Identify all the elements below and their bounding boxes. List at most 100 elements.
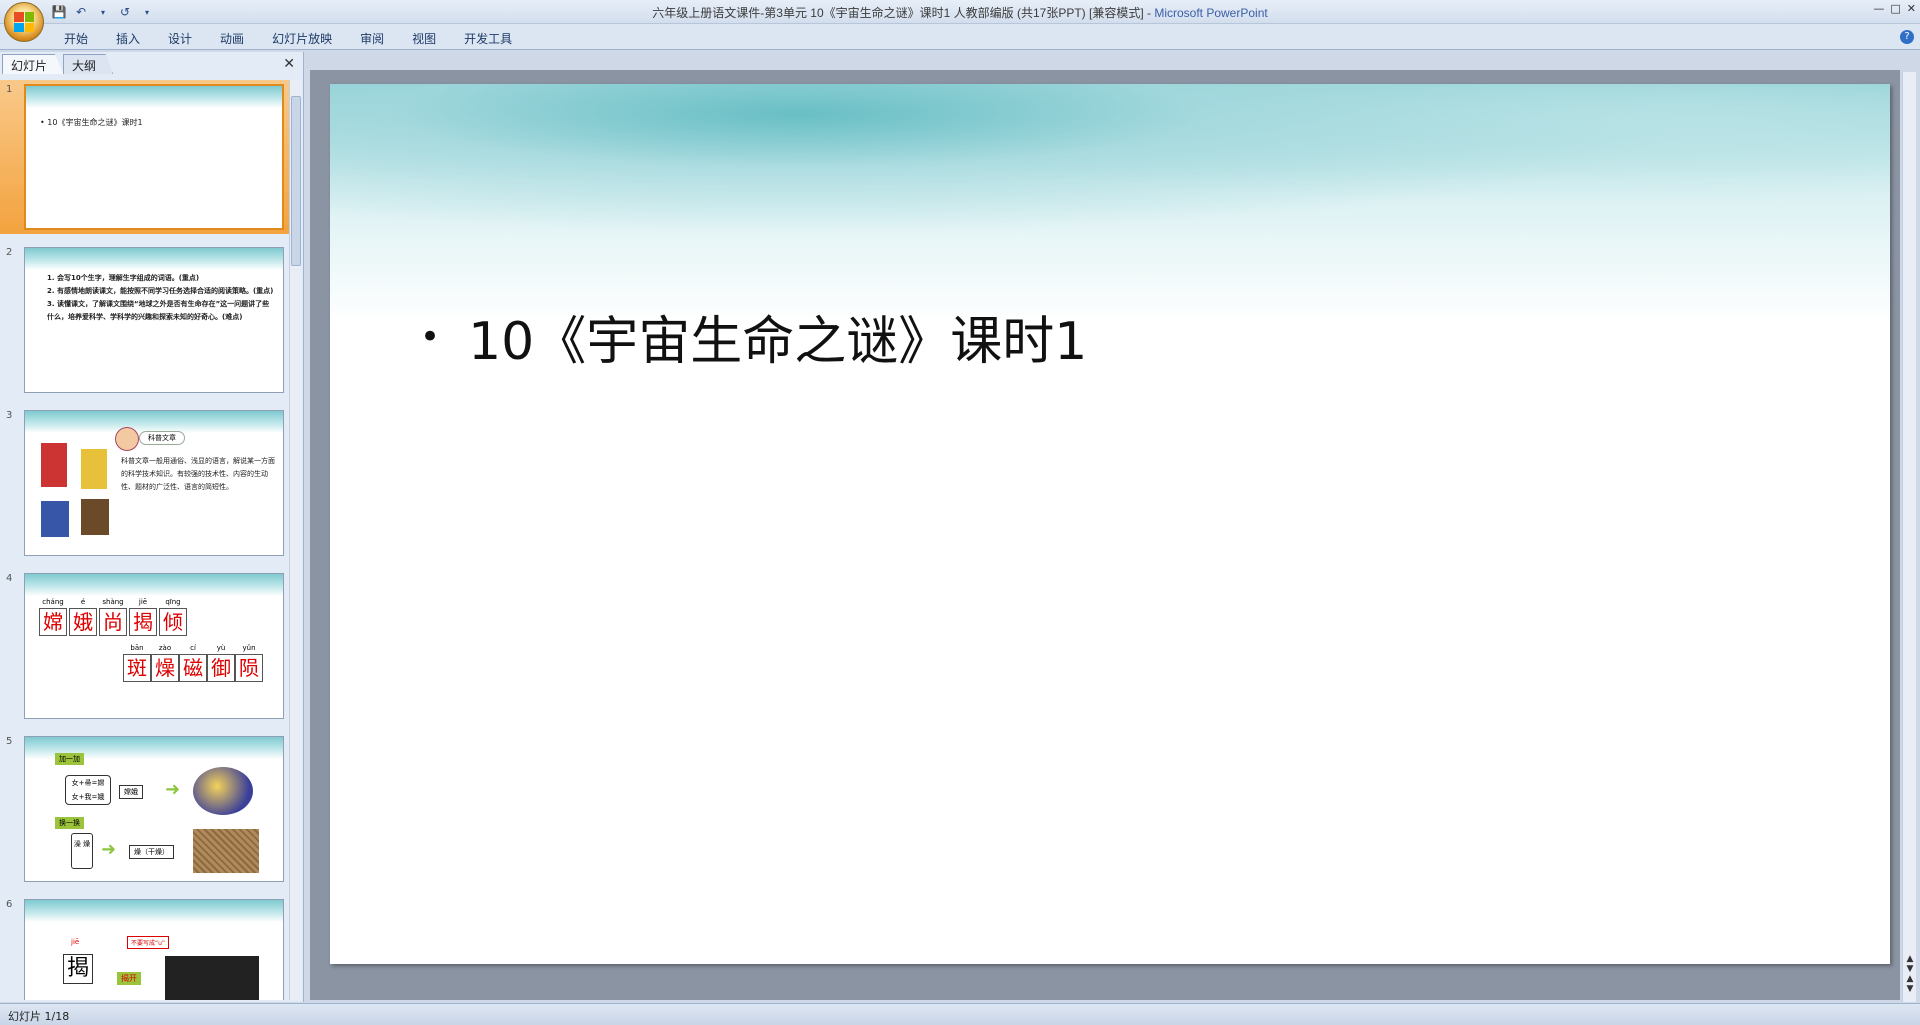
help-icon[interactable]: ? [1900,30,1914,44]
tag-label: 加一加 [55,753,84,765]
pinyin: bān [130,644,144,652]
pane-close-icon[interactable]: ✕ [283,56,295,72]
scrollbar-thumb[interactable] [291,96,301,266]
slide-thumbnail[interactable]: 1. 会写10个生字，理解生字组成的词语。(重点) 2. 有感情地朗读课文，能按… [24,247,284,393]
thumb-decoration [25,900,283,922]
word-tag: 揭开 [117,972,141,985]
character-box: 陨 [235,654,263,682]
minimize-icon[interactable]: — [1873,2,1884,15]
thumb-objectives: 1. 会写10个生字，理解生字组成的词语。(重点) 2. 有感情地朗读课文，能按… [47,272,275,324]
current-slide[interactable]: • 10《宇宙生命之谜》课时1 [330,84,1890,964]
tab-view[interactable]: 视图 [398,28,450,49]
note-box: 不要写成“u” [127,936,170,949]
character-box: 斑 [123,654,151,682]
thumbnail-slide-2[interactable]: 2 1. 会写10个生字，理解生字组成的词语。(重点) 2. 有感情地朗读课文，… [0,243,290,397]
pane-tabs: 幻灯片 大纲 [2,54,114,74]
slide-thumbnail[interactable]: 科普文章 科普文章一般用通俗、浅显的语言，解说某一方面的科学技术知识。有较强的技… [24,410,284,556]
char-row-1: 嫦 娥 尚 揭 倾 [39,608,187,636]
title-bar: 💾 ↶ ▾ ↺ ▾ 六年级上册语文课件-第3单元 10《宇宙生命之谜》课时1 人… [0,0,1920,42]
scroll-arrows-icon[interactable]: ▲ ▼ ▲ ▼ [1904,954,1916,994]
pinyin: jiē [71,938,80,946]
character-box: 燥 [151,654,179,682]
formula-line: 女+帚=嫦 [71,779,105,787]
objective-line: 2. 有感情地朗读课文，能按照不同学习任务选择合适的阅读策略。(重点) [47,287,274,295]
slide-number: 4 [6,573,13,584]
thumb-body: 科普文章一般用通俗、浅显的语言，解说某一方面的科学技术知识。有较强的技术性、内容… [121,457,275,491]
restore-icon[interactable]: □ [1890,2,1900,15]
word-box: 燥（干燥） [129,845,174,859]
slide-thumbnail[interactable]: jiē 揭 不要写成“u” 揭开 [24,899,284,1000]
character-box: 磁 [179,654,207,682]
tab-slideshow[interactable]: 幻灯片放映 [258,28,346,49]
objective-line: 1. 会写10个生字，理解生字组成的词语。(重点) [47,274,200,282]
slide-thumbnail[interactable]: • 10《宇宙生命之谜》课时1 [24,84,284,230]
slide-thumbnail[interactable]: cháng é shàng jiē qīng 嫦 娥 尚 揭 倾 bān zào… [24,573,284,719]
character-box: 揭 [63,954,93,984]
slide-number: 5 [6,736,13,747]
thumbnail-slide-5[interactable]: 5 加一加 女+帚=嫦 女+我=娥 嫦娥 ➜ 换一换 澡 燥 ➜ 燥（干燥） [0,732,290,886]
character-box: 御 [207,654,235,682]
slide-number: 3 [6,410,13,421]
slide-scrollbar[interactable]: ▲ ▼ ▲ ▼ [1902,72,1916,1002]
pinyin: cháng [42,598,64,606]
character-box: 尚 [99,608,127,636]
slide-bullet-text[interactable]: 10《宇宙生命之谜》课时1 [468,299,1087,374]
slide-number: 2 [6,247,13,258]
thumb-decoration [25,411,283,433]
slide-counter: 幻灯片 1/18 [8,1010,70,1023]
char-swap-box: 澡 燥 [71,833,93,869]
thumbnail-slide-1[interactable]: 1 • 10《宇宙生命之谜》课时1 [0,80,290,234]
pinyin: yù [216,644,226,652]
tab-animations[interactable]: 动画 [206,28,258,49]
thumbnail-slide-6[interactable]: 6 jiē 揭 不要写成“u” 揭开 [0,895,290,1000]
character-box: 娥 [69,608,97,636]
tab-home[interactable]: 开始 [50,28,102,49]
cartoon-girl-icon [115,427,139,451]
formula-line: 女+我=娥 [71,793,105,801]
slide-number: 6 [6,899,13,910]
tab-insert[interactable]: 插入 [102,28,154,49]
char-row-2: 斑 燥 磁 御 陨 [123,654,263,682]
pinyin: cí [190,644,196,652]
window-controls: — □ ✕ [1873,2,1916,15]
close-icon[interactable]: ✕ [1907,2,1916,15]
office-logo-icon [14,12,34,32]
arrow-right-icon: ➜ [101,839,117,860]
book-cover-icon [41,443,67,487]
tab-slides[interactable]: 幻灯片 [2,54,65,74]
thumb-decoration [26,86,282,108]
slide-editor: • 10《宇宙生命之谜》课时1 [310,70,1900,1000]
thumbnail-slide-4[interactable]: 4 cháng é shàng jiē qīng 嫦 娥 尚 揭 倾 bān z… [0,569,290,723]
thumb-label: 科普文章 [139,431,185,445]
book-cover-icon [41,501,69,537]
tab-design[interactable]: 设计 [154,28,206,49]
tag-label: 换一换 [55,817,84,829]
tab-outline[interactable]: 大纲 [63,54,114,74]
pinyin-row-2: bān zào cí yù yǔn [123,644,263,652]
pinyin: é [80,598,86,606]
slide-thumbnail[interactable]: 加一加 女+帚=嫦 女+我=娥 嫦娥 ➜ 换一换 澡 燥 ➜ 燥（干燥） [24,736,284,882]
tab-developer[interactable]: 开发工具 [450,28,526,49]
character-box: 揭 [129,608,157,636]
character-box: 倾 [159,608,187,636]
chang-e-picture-icon [193,767,253,815]
pinyin: yǔn [242,644,256,652]
thumbnail-scrollbar[interactable] [289,80,301,1000]
pinyin: shàng [102,598,124,606]
thumb-decoration [25,248,283,270]
slides-pane: 幻灯片 大纲 ✕ 1 • 10《宇宙生命之谜》课时1 2 1. 会写10个生字，… [0,52,304,1002]
document-title: 六年级上册语文课件-第3单元 10《宇宙生命之谜》课时1 人教部编版 (共17张… [652,6,1155,20]
pinyin: qīng [165,598,181,606]
ribbon-tabs: 开始 插入 设计 动画 幻灯片放映 审阅 视图 开发工具 [50,28,526,49]
thumbnail-slide-3[interactable]: 3 科普文章 科普文章一般用通俗、浅显的语言，解说某一方面的科学技术知识。有较强… [0,406,290,560]
window-title: 六年级上册语文课件-第3单元 10《宇宙生命之谜》课时1 人教部编版 (共17张… [0,4,1920,21]
tab-review[interactable]: 审阅 [346,28,398,49]
slide-number: 1 [6,84,13,95]
slide-content-placeholder[interactable]: • 10《宇宙生命之谜》课时1 [420,299,1087,374]
slide-header-decoration [330,84,1890,324]
app-name: Microsoft PowerPoint [1154,6,1268,20]
arrow-right-icon: ➜ [165,779,181,800]
book-cover-icon [81,449,107,489]
word-box: 嫦娥 [119,785,143,799]
office-button[interactable] [4,2,44,42]
